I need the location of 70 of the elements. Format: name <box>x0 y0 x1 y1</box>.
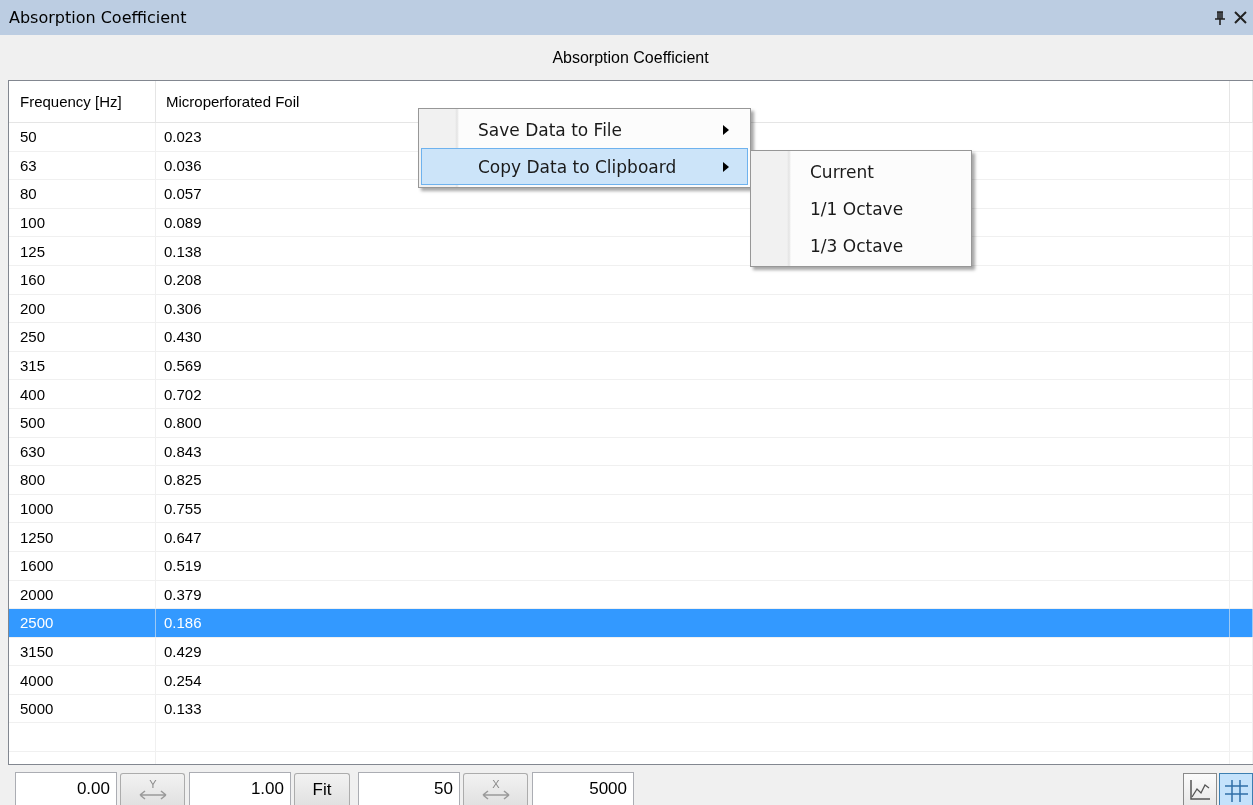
table-row[interactable]: 630 0.843 <box>9 437 1253 467</box>
menu-item[interactable]: Copy Data to Clipboard <box>421 148 748 185</box>
table-row[interactable]: 200 0.306 <box>9 294 1253 324</box>
axis-value-field[interactable]: 1.00 <box>189 772 291 805</box>
axis-value-field[interactable]: 50 <box>358 772 460 805</box>
table-cell: 0.702 <box>164 385 202 403</box>
table-cell: 2000 <box>20 585 54 603</box>
table-cell: 0.800 <box>164 414 202 432</box>
table-cell: 0.023 <box>164 128 202 146</box>
table-cell: 0.647 <box>164 528 202 546</box>
table-cell: 80 <box>20 185 37 203</box>
table-cell: 800 <box>20 471 46 489</box>
pin-icon[interactable] <box>1214 10 1226 25</box>
table-cell: 1600 <box>20 557 54 575</box>
grid-view-button[interactable] <box>1219 773 1253 805</box>
table-row[interactable]: 5000 0.133 <box>9 694 1253 724</box>
chart-view-button[interactable] <box>1183 773 1217 805</box>
table-cell: 5000 <box>20 700 54 718</box>
column-header[interactable]: Frequency [Hz] <box>9 81 156 122</box>
chart-title: Absorption Coefficient <box>552 48 709 67</box>
table-cell: 315 <box>20 357 46 375</box>
fit-button[interactable]: Fit <box>294 773 350 805</box>
table-cell: 0.089 <box>164 214 202 232</box>
table-row[interactable]: 250 0.430 <box>9 323 1253 352</box>
table-cell: 0.843 <box>164 442 202 460</box>
table-cell: 100 <box>20 214 46 232</box>
table-cell: 0.057 <box>164 185 202 203</box>
table-row[interactable]: 800 0.825 <box>9 466 1253 495</box>
table-row[interactable]: 315 0.569 <box>9 351 1253 381</box>
table-cell: 0.379 <box>164 585 202 603</box>
table-cell: 200 <box>20 299 46 317</box>
panel-title: Absorption Coefficient <box>9 8 188 27</box>
table-cell: 63 <box>20 156 37 174</box>
table-cell: 1250 <box>20 528 54 546</box>
table-row[interactable]: 400 0.702 <box>9 380 1253 409</box>
close-icon[interactable] <box>1234 11 1247 24</box>
table-cell: 125 <box>20 242 46 260</box>
table-cell: 400 <box>20 385 46 403</box>
table-row[interactable]: 500 0.800 <box>9 408 1253 438</box>
table-cell: 250 <box>20 328 46 346</box>
table-cell: 3150 <box>20 643 54 660</box>
table-cell: 160 <box>20 271 46 289</box>
table-cell: 0.825 <box>164 471 202 489</box>
table-cell: 630 <box>20 442 46 460</box>
table-cell: 1000 <box>20 500 54 517</box>
table-row[interactable]: 1250 0.647 <box>9 523 1253 552</box>
table-cell: 0.133 <box>164 700 202 718</box>
table-cell: 0.138 <box>164 242 202 260</box>
table-cell: 0.036 <box>164 156 202 174</box>
table-cell: 500 <box>20 414 46 432</box>
table-row[interactable]: 3150 0.429 <box>9 637 1253 667</box>
table-cell: 4000 <box>20 671 54 689</box>
grid-icon <box>1224 777 1248 802</box>
table-cell: 50 <box>20 128 37 146</box>
table-row[interactable]: 1000 0.755 <box>9 494 1253 524</box>
table-cell: 0.429 <box>164 643 202 660</box>
table-row[interactable]: 1600 0.519 <box>9 551 1253 581</box>
table-cell: 0.306 <box>164 299 202 317</box>
table-cell: 0.208 <box>164 271 202 289</box>
table-cell: 0.755 <box>164 500 202 517</box>
axis-value-field[interactable]: 5000 <box>532 772 634 805</box>
table-cell: 0.569 <box>164 357 202 375</box>
table-cell: 0.519 <box>164 557 202 575</box>
table-cell: 0.254 <box>164 671 202 689</box>
line-chart-icon <box>1188 777 1212 802</box>
table-cell: 2500 <box>20 614 54 632</box>
table-cell: 0.186 <box>164 614 202 632</box>
table-row[interactable]: 4000 0.254 <box>9 666 1253 695</box>
table-cell: 0.430 <box>164 328 202 346</box>
axis-value-field[interactable]: 0.00 <box>15 772 117 805</box>
